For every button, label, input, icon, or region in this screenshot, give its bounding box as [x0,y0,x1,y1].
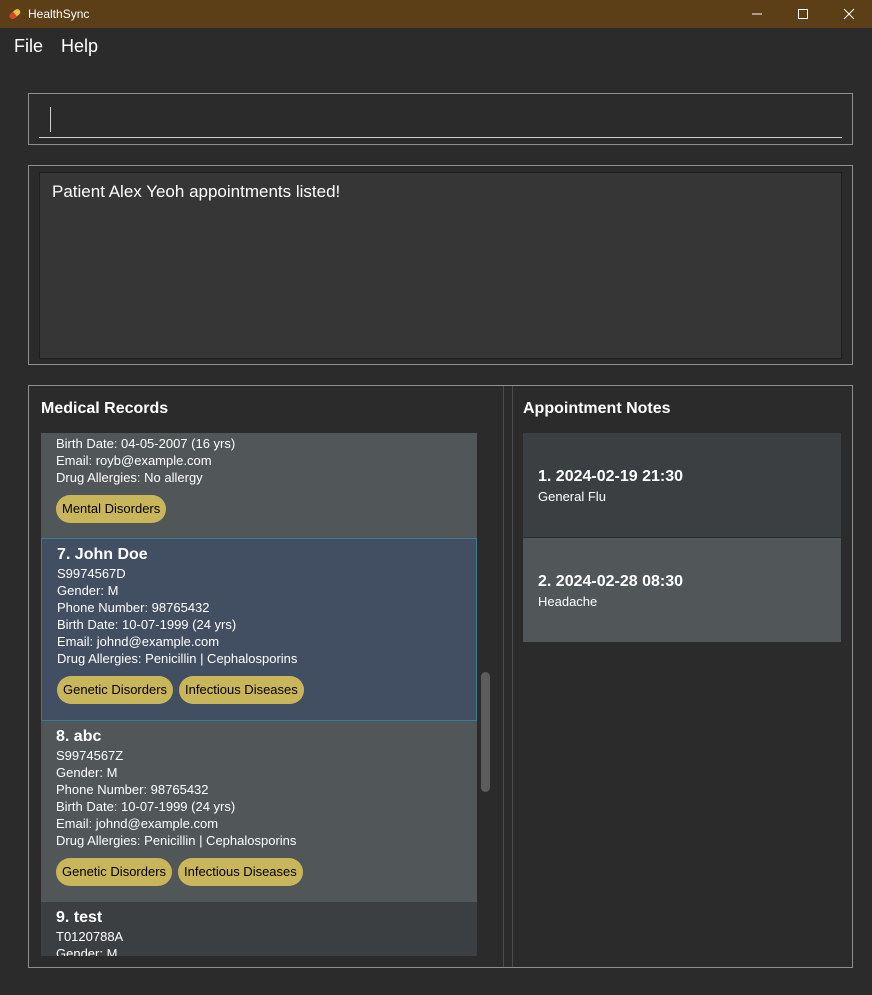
command-box [28,93,853,145]
tag: Infectious Diseases [178,858,303,886]
appointment-card[interactable]: 2. 2024-02-28 08:30 Headache [523,538,841,642]
main-panels: Medical Records Birth Date: 04-05-2007 (… [28,385,853,968]
appointment-notes-panel: Appointment Notes 1. 2024-02-19 21:30 Ge… [512,386,852,967]
phone-number: Phone Number: 98765432 [56,782,209,797]
tag-list: Mental Disorders [56,495,477,523]
patient-name: 7. John Doe [57,546,148,563]
menu-file[interactable]: File [14,36,43,57]
minimize-icon [752,13,762,15]
drug-allergies: Drug Allergies: Penicillin | Cephalospor… [57,651,298,666]
appointment-datetime: 1. 2024-02-19 21:30 [538,468,683,485]
drug-allergies: Drug Allergies: Penicillin | Cephalospor… [56,833,297,848]
email: Email: royb@example.com [56,453,212,468]
patient-nric: T0120788A [56,929,124,944]
tag: Genetic Disorders [57,676,174,704]
appointment-notes-title: Appointment Notes [523,400,671,417]
menu-bar: File Help [0,28,872,64]
result-display-box: Patient Alex Yeoh appointments listed! [28,165,853,365]
birth-date: Birth Date: 10-07-1999 (24 yrs) [56,799,236,814]
appointment-card[interactable]: 1. 2024-02-19 21:30 General Flu [523,433,841,537]
tag: Genetic Disorders [56,858,173,886]
tag: Infectious Diseases [179,676,304,704]
minimize-button[interactable] [734,0,780,28]
result-display: Patient Alex Yeoh appointments listed! [39,172,842,359]
text-caret [50,107,51,132]
email: Email: johnd@example.com [57,634,220,649]
window-title: HealthSync [28,7,90,21]
close-button[interactable] [826,0,872,28]
patient-name: 8. abc [56,728,102,745]
appointment-note: General Flu [538,489,606,504]
maximize-button[interactable] [780,0,826,28]
scrollbar-thumb[interactable] [481,672,490,792]
patient-card[interactable]: 9. test T0120788A Gender: M [41,902,477,956]
patient-card[interactable]: 7. John Doe S9974567D Gender: M Phone Nu… [41,538,477,721]
close-icon [843,8,855,20]
patient-nric: S9974567Z [56,748,124,763]
pill-icon [8,7,22,21]
appointment-note: Headache [538,594,598,609]
gender: Gender: M [56,765,118,780]
patient-card[interactable]: 8. abc S9974567Z Gender: M Phone Number:… [41,721,477,902]
tag: Mental Disorders [56,495,167,523]
gender: Gender: M [57,583,119,598]
patient-name: 9. test [56,909,103,926]
patient-nric: S9974567D [57,566,126,581]
medical-records-panel: Medical Records Birth Date: 04-05-2007 (… [29,386,504,967]
title-bar: HealthSync [0,0,872,28]
birth-date: Birth Date: 10-07-1999 (24 yrs) [57,617,237,632]
tag-list: Genetic Disorders Infectious Diseases [56,858,477,886]
drug-allergies: Drug Allergies: No allergy [56,470,203,485]
phone-number: Phone Number: 98765432 [57,600,210,615]
menu-help[interactable]: Help [61,36,98,57]
command-input[interactable] [39,100,842,138]
medical-records-title: Medical Records [41,400,169,417]
patient-list-scrollbar[interactable] [480,433,490,956]
birth-date: Birth Date: 04-05-2007 (16 yrs) [56,436,236,451]
maximize-icon [798,9,808,19]
patient-card-partial[interactable]: Birth Date: 04-05-2007 (16 yrs) Email: r… [41,433,477,538]
appointment-datetime: 2. 2024-02-28 08:30 [538,573,683,590]
email: Email: johnd@example.com [56,816,219,831]
gender: Gender: M [56,946,118,956]
patient-list[interactable]: Birth Date: 04-05-2007 (16 yrs) Email: r… [41,433,477,956]
tag-list: Genetic Disorders Infectious Diseases [57,676,476,704]
